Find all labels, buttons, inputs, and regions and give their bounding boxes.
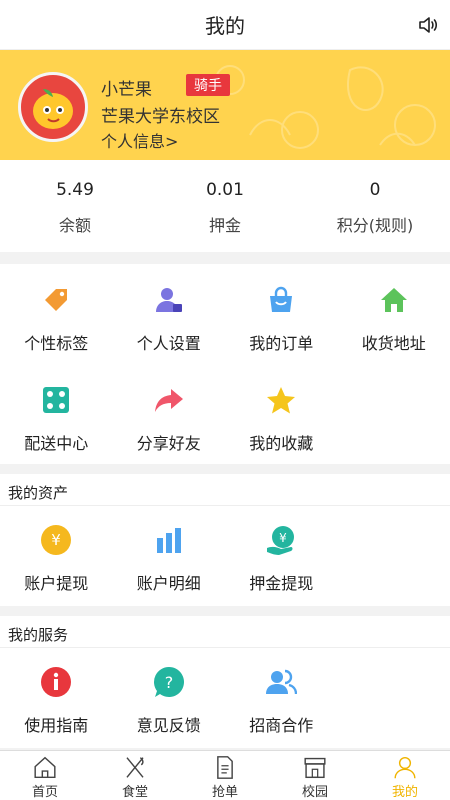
deposit-withdraw-icon: ¥ <box>265 524 297 556</box>
menu-item-label: 我的订单 <box>249 334 314 353</box>
top-bar: 我的 <box>0 0 450 50</box>
stat-balance[interactable]: 5.49 余额 <box>0 160 150 252</box>
tab-label: 校园 <box>301 785 328 800</box>
tab-home[interactable]: 首页 <box>0 751 90 800</box>
assets-section-title: 我的资产 <box>0 474 450 506</box>
bar-chart-icon <box>153 524 185 556</box>
service-item-feedback[interactable]: ? 意见反馈 <box>113 648 226 748</box>
delivery-center-icon <box>40 384 72 416</box>
menu-item-tags[interactable]: 个性标签 <box>0 264 113 364</box>
stat-label: 余额 <box>58 216 91 235</box>
stat-label: 押金 <box>208 216 241 235</box>
feedback-icon: ? <box>153 666 185 698</box>
tab-label: 我的 <box>391 785 418 800</box>
profile-card[interactable]: 小芒果 骑手 芒果大学东校区 个人信息> <box>0 50 450 160</box>
menu-item-settings[interactable]: 个人设置 <box>113 264 226 364</box>
role-badge: 骑手 <box>186 74 230 96</box>
stat-value: 5.49 <box>56 180 94 200</box>
mango-mascot-icon <box>33 89 73 129</box>
profile-name: 小芒果 <box>101 80 152 100</box>
tab-label: 食堂 <box>121 785 148 800</box>
personal-info-link[interactable]: 个人信息> <box>101 128 178 152</box>
tag-icon <box>40 284 72 316</box>
store-icon <box>304 757 326 779</box>
user-settings-icon <box>153 284 185 316</box>
menu-item-label: 分享好友 <box>136 434 201 453</box>
menu-item-favorites[interactable]: 我的收藏 <box>225 364 338 464</box>
stat-deposit[interactable]: 0.01 押金 <box>150 160 300 252</box>
asset-item-label: 账户提现 <box>24 574 89 593</box>
info-icon <box>40 666 72 698</box>
menu-item-label: 收货地址 <box>361 334 426 353</box>
star-icon <box>265 384 297 416</box>
tab-mine[interactable]: 我的 <box>360 751 450 800</box>
stats-row: 5.49 余额 0.01 押金 0 积分(规则) <box>0 160 450 252</box>
stat-value: 0 <box>369 180 381 200</box>
asset-item-label: 押金提现 <box>249 574 314 593</box>
asset-item-deposit-withdraw[interactable]: ¥ 押金提现 <box>225 506 338 606</box>
profile-school: 芒果大学东校区 <box>101 107 220 127</box>
svg-text:¥: ¥ <box>279 531 287 545</box>
document-icon <box>217 756 233 779</box>
services-section-title: 我的服务 <box>0 616 450 648</box>
page-title: 我的 <box>205 14 245 38</box>
utensils-icon <box>126 757 144 778</box>
asset-item-withdraw[interactable]: ¥ 账户提现 <box>0 506 113 606</box>
home-icon <box>378 284 410 316</box>
tab-grab-order[interactable]: 抢单 <box>180 751 270 800</box>
svg-text:?: ? <box>165 673 174 692</box>
menu-item-address[interactable]: 收货地址 <box>338 264 450 364</box>
menu-item-share[interactable]: 分享好友 <box>113 364 226 464</box>
assets-section: ¥ 账户提现 账户明细 ¥ 押金提现 <box>0 506 450 606</box>
asset-item-details[interactable]: 账户明细 <box>113 506 226 606</box>
app-root: 我的 小芒果 骑手 芒果大学东校区 个人信息> 5.49 余额 0.01 押金 … <box>0 0 450 800</box>
menu-item-label: 个性标签 <box>24 334 89 353</box>
bottom-tab-bar: 首页 食堂 抢单 校园 我的 <box>0 750 450 800</box>
service-item-partner[interactable]: 招商合作 <box>225 648 338 748</box>
services-section: 使用指南 ? 意见反馈 招商合作 <box>0 648 450 748</box>
home-outline-icon <box>34 756 56 779</box>
tab-label: 首页 <box>31 785 58 800</box>
menu-item-delivery-center[interactable]: 配送中心 <box>0 364 113 464</box>
menu-item-label: 个人设置 <box>136 334 201 353</box>
menu-section: 个性标签 个人设置 我的订单 收货地址 配送中心 分享好友 我的收藏 <box>0 264 450 464</box>
menu-item-label: 配送中心 <box>24 434 89 453</box>
partner-icon <box>265 666 298 698</box>
svg-text:¥: ¥ <box>51 531 61 549</box>
service-item-label: 招商合作 <box>249 716 314 735</box>
service-item-label: 使用指南 <box>24 716 89 735</box>
asset-item-label: 账户明细 <box>136 574 201 593</box>
tab-canteen[interactable]: 食堂 <box>90 751 180 800</box>
menu-item-orders[interactable]: 我的订单 <box>225 264 338 364</box>
tab-campus[interactable]: 校园 <box>270 751 360 800</box>
share-icon <box>153 384 185 416</box>
service-item-guide[interactable]: 使用指南 <box>0 648 113 748</box>
fruit-pattern-decoration <box>215 65 436 149</box>
tab-label: 抢单 <box>211 785 238 800</box>
service-item-label: 意见反馈 <box>136 716 201 735</box>
stat-label: 积分(规则) <box>336 216 414 235</box>
shopping-bag-icon <box>265 284 297 316</box>
avatar[interactable] <box>18 72 88 142</box>
yen-coin-icon: ¥ <box>40 524 72 556</box>
person-icon <box>394 756 416 779</box>
speaker-icon[interactable] <box>416 13 440 37</box>
menu-item-label: 我的收藏 <box>249 434 314 453</box>
stat-points[interactable]: 0 积分(规则) <box>300 160 450 252</box>
stat-value: 0.01 <box>206 180 244 200</box>
